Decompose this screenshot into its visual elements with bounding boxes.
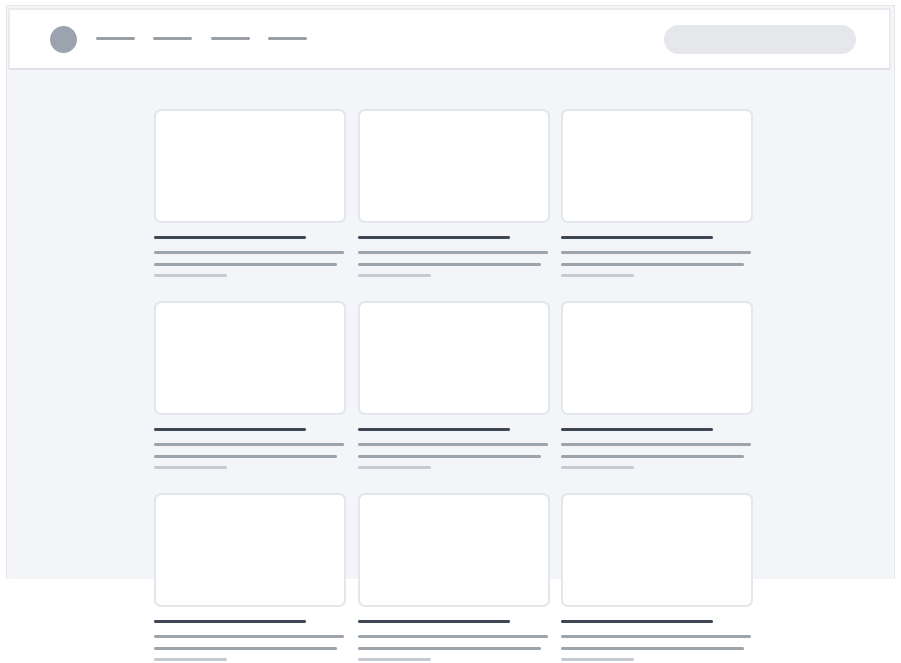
content-card[interactable] bbox=[154, 493, 346, 663]
search-input[interactable] bbox=[664, 25, 856, 54]
nav-item-2[interactable] bbox=[153, 37, 192, 40]
nav-item-1[interactable] bbox=[96, 37, 135, 40]
card-text-placeholder bbox=[358, 443, 548, 446]
avatar[interactable] bbox=[50, 26, 77, 53]
content-card[interactable] bbox=[561, 301, 753, 471]
card-text-placeholder bbox=[358, 263, 541, 266]
card-text-placeholder bbox=[154, 455, 337, 458]
card-meta-placeholder bbox=[561, 658, 634, 661]
card-thumbnail[interactable] bbox=[561, 301, 753, 415]
card-title-placeholder bbox=[561, 236, 713, 239]
card-meta-placeholder bbox=[358, 466, 431, 469]
card-text-placeholder bbox=[154, 251, 344, 254]
card-meta-placeholder bbox=[358, 274, 431, 277]
card-text-placeholder bbox=[154, 647, 337, 650]
card-text-placeholder bbox=[154, 263, 337, 266]
card-meta-placeholder bbox=[561, 274, 634, 277]
card-meta-placeholder bbox=[154, 274, 227, 277]
card-title-placeholder bbox=[561, 428, 713, 431]
content-card[interactable] bbox=[154, 109, 346, 279]
card-meta-placeholder bbox=[358, 658, 431, 661]
card-text-placeholder bbox=[561, 443, 751, 446]
card-text-placeholder bbox=[358, 455, 541, 458]
card-text-placeholder bbox=[358, 647, 541, 650]
content-card[interactable] bbox=[358, 301, 550, 471]
card-text-placeholder bbox=[561, 455, 744, 458]
card-text-placeholder bbox=[154, 635, 344, 638]
card-text-placeholder bbox=[154, 443, 344, 446]
card-text-placeholder bbox=[561, 251, 751, 254]
nav-item-4[interactable] bbox=[268, 37, 307, 40]
card-thumbnail[interactable] bbox=[154, 109, 346, 223]
card-text-placeholder bbox=[561, 647, 744, 650]
card-thumbnail[interactable] bbox=[561, 109, 753, 223]
card-thumbnail[interactable] bbox=[358, 109, 550, 223]
content-card[interactable] bbox=[154, 301, 346, 471]
card-thumbnail[interactable] bbox=[154, 493, 346, 607]
card-title-placeholder bbox=[154, 428, 306, 431]
content-card[interactable] bbox=[358, 493, 550, 663]
top-header bbox=[8, 8, 891, 70]
card-title-placeholder bbox=[358, 236, 510, 239]
card-title-placeholder bbox=[561, 620, 713, 623]
card-grid bbox=[14, 72, 891, 661]
content-card[interactable] bbox=[561, 109, 753, 279]
card-text-placeholder bbox=[561, 263, 744, 266]
nav-item-3[interactable] bbox=[211, 37, 250, 40]
card-title-placeholder bbox=[358, 620, 510, 623]
card-meta-placeholder bbox=[154, 466, 227, 469]
card-text-placeholder bbox=[358, 635, 548, 638]
card-title-placeholder bbox=[154, 620, 306, 623]
card-title-placeholder bbox=[154, 236, 306, 239]
card-text-placeholder bbox=[561, 635, 751, 638]
card-thumbnail[interactable] bbox=[561, 493, 753, 607]
content-card[interactable] bbox=[561, 493, 753, 663]
card-thumbnail[interactable] bbox=[358, 493, 550, 607]
card-thumbnail[interactable] bbox=[358, 301, 550, 415]
card-text-placeholder bbox=[358, 251, 548, 254]
card-meta-placeholder bbox=[154, 658, 227, 661]
card-meta-placeholder bbox=[561, 466, 634, 469]
card-thumbnail[interactable] bbox=[154, 301, 346, 415]
content-card[interactable] bbox=[358, 109, 550, 279]
card-title-placeholder bbox=[358, 428, 510, 431]
